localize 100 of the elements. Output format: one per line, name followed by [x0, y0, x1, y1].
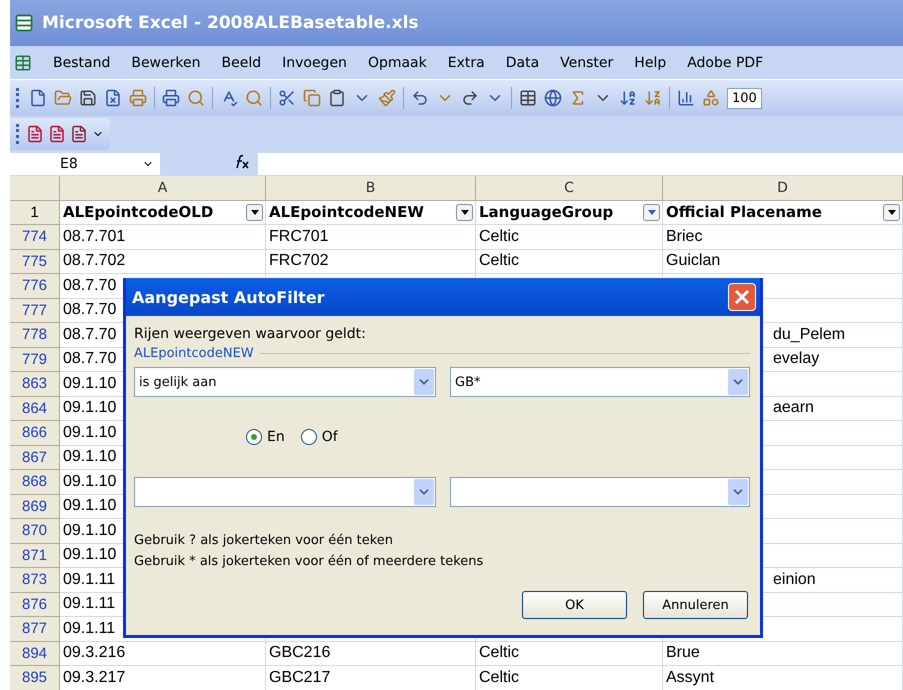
- formula-field[interactable]: [258, 153, 903, 175]
- menu-item[interactable]: Bestand: [53, 54, 110, 70]
- close-icon: [734, 289, 750, 305]
- table-cell: Celtic: [476, 642, 663, 666]
- menu-item[interactable]: Beeld: [221, 54, 262, 70]
- caret-icon: [888, 210, 896, 215]
- bar-chart-icon[interactable]: [677, 89, 695, 107]
- zoom-field[interactable]: 100: [727, 88, 762, 108]
- row-header[interactable]: 877: [10, 617, 60, 642]
- operator-dropdown[interactable]: [134, 477, 436, 507]
- caret-icon: [460, 210, 468, 215]
- table-cell: GBC216: [266, 642, 476, 666]
- cancel-button[interactable]: Annuleren: [643, 591, 748, 619]
- menu-item[interactable]: Invoegen: [282, 54, 347, 70]
- header-label: ALEpointcodeOLD: [63, 203, 214, 222]
- column-header[interactable]: D: [663, 176, 903, 200]
- row-header[interactable]: 1: [10, 200, 60, 225]
- name-box[interactable]: E8: [10, 153, 160, 175]
- copy-icon[interactable]: [303, 89, 321, 107]
- caret-icon: [250, 210, 258, 215]
- redo-icon[interactable]: [461, 89, 479, 107]
- printer-icon[interactable]: [129, 89, 147, 107]
- table-cell: Celtic: [476, 666, 663, 690]
- cell-reference: E8: [60, 156, 78, 172]
- table-cell: Celtic: [476, 250, 663, 274]
- row-header[interactable]: 864: [10, 396, 60, 421]
- pdf-icon[interactable]: [48, 125, 66, 143]
- row-header[interactable]: 776: [10, 274, 60, 298]
- shapes-icon[interactable]: [702, 89, 720, 107]
- row-header[interactable]: 866: [10, 421, 60, 446]
- column-header[interactable]: A: [60, 176, 266, 200]
- table-cell: 09.3.217: [60, 666, 266, 690]
- table-cell: 09.3.216: [60, 642, 266, 666]
- table-cell: 08.7.701: [60, 225, 266, 250]
- row-header[interactable]: 876: [10, 592, 60, 617]
- file-icon[interactable]: [104, 89, 122, 107]
- table-cell: Guiclan: [663, 250, 903, 274]
- table-cell: Assynt: [663, 666, 903, 690]
- filter-button[interactable]: [883, 204, 900, 221]
- row-header[interactable]: 894: [10, 642, 60, 666]
- paintbrush-icon[interactable]: [378, 89, 396, 107]
- column-header[interactable]: B: [266, 176, 476, 200]
- caret-icon: [648, 210, 656, 215]
- table-cell: 08.7.702: [60, 250, 266, 274]
- header-label: LanguageGroup: [479, 203, 614, 222]
- printer-icon[interactable]: [162, 89, 180, 107]
- row-header[interactable]: 869: [10, 494, 60, 519]
- row-header[interactable]: 778: [10, 323, 60, 348]
- folder-icon[interactable]: [54, 89, 72, 107]
- row-header[interactable]: 868: [10, 470, 60, 494]
- save-icon[interactable]: [79, 89, 97, 107]
- sort-descending-icon[interactable]: [644, 89, 662, 107]
- sort-ascending-icon[interactable]: [619, 89, 637, 107]
- ok-button[interactable]: OK: [522, 591, 627, 619]
- close-button[interactable]: [728, 283, 756, 311]
- value-dropdown[interactable]: [450, 477, 750, 507]
- row-header[interactable]: 775: [10, 250, 60, 274]
- table-cell: FRC701: [266, 225, 476, 250]
- radio-button[interactable]: Of: [300, 429, 338, 445]
- undo-icon[interactable]: [411, 89, 429, 107]
- value-dropdown[interactable]: GB*: [450, 367, 750, 397]
- menu-item[interactable]: Opmaak: [368, 54, 427, 70]
- search-icon[interactable]: [245, 89, 263, 107]
- row-header[interactable]: 777: [10, 298, 60, 323]
- table-cell: Celtic: [476, 225, 663, 250]
- row-header[interactable]: 871: [10, 544, 60, 568]
- row-header[interactable]: 774: [10, 225, 60, 250]
- row-header[interactable]: 873: [10, 568, 60, 592]
- pdf-icon[interactable]: [26, 125, 44, 143]
- menu-item[interactable]: Adobe PDF: [687, 54, 764, 70]
- menu-item[interactable]: Bewerken: [131, 54, 200, 70]
- excel-icon: [14, 13, 34, 33]
- pdf-icon[interactable]: [70, 125, 88, 143]
- menu-item[interactable]: Data: [506, 54, 540, 70]
- scissors-icon[interactable]: [278, 89, 296, 107]
- row-header[interactable]: 870: [10, 519, 60, 544]
- menu-item[interactable]: Venster: [560, 54, 614, 70]
- operator-dropdown[interactable]: is gelijk aan: [134, 367, 436, 397]
- field-label: ALEpointcodeNEW: [134, 346, 254, 361]
- globe-icon[interactable]: [544, 89, 562, 107]
- table-cell: Briec: [663, 225, 903, 250]
- header-label: Official Placename: [666, 203, 822, 222]
- zoom-icon[interactable]: [187, 89, 205, 107]
- table-cell: GBC217: [266, 666, 476, 690]
- row-header[interactable]: 895: [10, 666, 60, 690]
- menu-item[interactable]: Extra: [448, 54, 485, 70]
- clipboard-icon[interactable]: [328, 89, 346, 107]
- table-cell: Brue: [663, 642, 903, 666]
- window-title: Microsoft Excel - 2008ALEBasetable.xls: [42, 13, 419, 33]
- document-icon: [14, 54, 32, 72]
- filter-button[interactable]: [246, 204, 263, 221]
- row-header[interactable]: 863: [10, 372, 60, 396]
- header-label: ALEpointcodeNEW: [269, 203, 424, 222]
- row-header[interactable]: 779: [10, 348, 60, 372]
- table-icon[interactable]: [519, 89, 537, 107]
- column-header[interactable]: C: [476, 176, 663, 200]
- row-header[interactable]: 867: [10, 446, 60, 470]
- menu-item[interactable]: Help: [634, 54, 666, 70]
- filter-button[interactable]: [456, 204, 473, 221]
- new-file-icon[interactable]: [29, 89, 47, 107]
